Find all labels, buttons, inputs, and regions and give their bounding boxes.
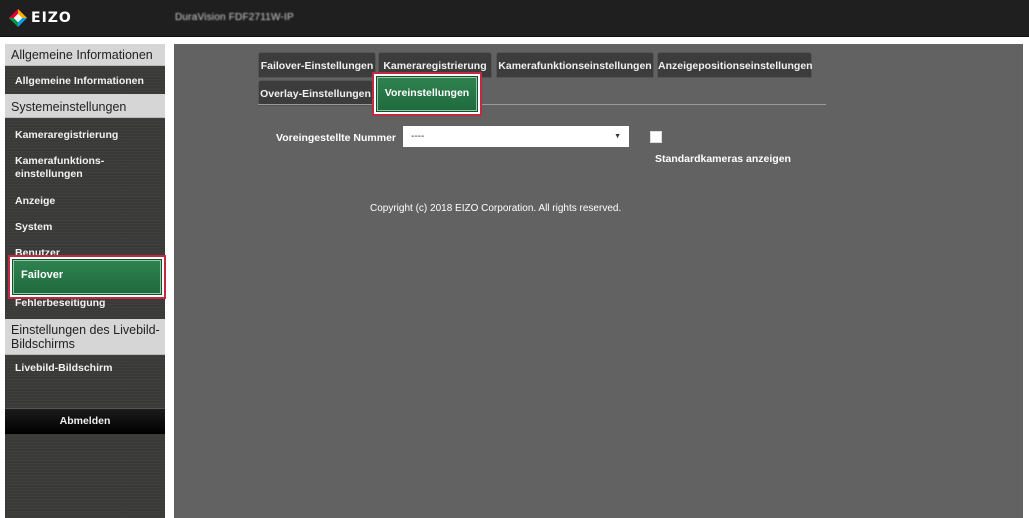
tab-failover-settings[interactable]: Failover-Einstellungen [258, 52, 376, 78]
sidebar-item-live-view[interactable]: Livebild-Bildschirm [5, 362, 165, 375]
show-default-cameras-checkbox[interactable] [650, 131, 662, 143]
main-content: Failover-Einstellungen Kameraregistrieru… [174, 44, 1023, 518]
section-live-view-settings: Einstellungen des Livebild- Bildschirms [5, 319, 165, 355]
section-general-info: Allgemeine Informationen [5, 44, 165, 66]
eizo-logo-icon [9, 9, 27, 27]
logout-button[interactable]: Abmelden [5, 408, 165, 434]
sidebar-item-display[interactable]: Anzeige [5, 195, 165, 208]
sidebar-item-camera-function-settings-line2[interactable]: einstellungen [5, 168, 165, 181]
tab-overlay-settings[interactable]: Overlay-Einstellungen [258, 80, 373, 106]
section-system-settings: Systemeinstellungen [5, 94, 165, 118]
preset-number-label: Voreingestellte Nummer [276, 132, 397, 144]
preset-number-select[interactable]: ---- ▼ [403, 126, 629, 147]
sidebar-item-camera-registration[interactable]: Kameraregistrierung [5, 129, 165, 142]
tab-camera-function-settings[interactable]: Kamerafunktionseinstellungen [496, 52, 654, 78]
sidebar-item-failover-highlight: Failover [8, 255, 166, 299]
device-name: DuraVision FDF2711W-IP [175, 12, 294, 23]
sidebar-item-general-info[interactable]: Allgemeine Informationen [5, 75, 165, 88]
preset-number-value: ---- [411, 131, 425, 142]
tab-divider [258, 104, 826, 105]
logo-text: EIZO [31, 10, 72, 26]
tab-presets[interactable]: Voreinstellungen [376, 76, 478, 112]
show-default-cameras-label: Standardkameras anzeigen [655, 153, 791, 165]
sidebar-item-failover[interactable]: Failover [12, 259, 162, 295]
chevron-down-icon: ▼ [614, 133, 621, 140]
copyright-text: Copyright (c) 2018 EIZO Corporation. All… [370, 203, 622, 214]
section-live-view-title-line1: Einstellungen des Livebild- [11, 323, 160, 337]
section-live-view-title-line2: Bildschirms [11, 337, 75, 351]
top-bar: EIZO DuraVision FDF2711W-IP [0, 0, 1029, 37]
eizo-logo: EIZO [8, 8, 72, 28]
sidebar-item-camera-function-settings-line1[interactable]: Kamerafunktions- [5, 155, 165, 168]
tab-display-position-settings[interactable]: Anzeigepositionseinstellungen [657, 52, 813, 78]
sidebar-item-system[interactable]: System [5, 221, 165, 234]
tab-presets-highlight: Voreinstellungen [372, 72, 482, 116]
